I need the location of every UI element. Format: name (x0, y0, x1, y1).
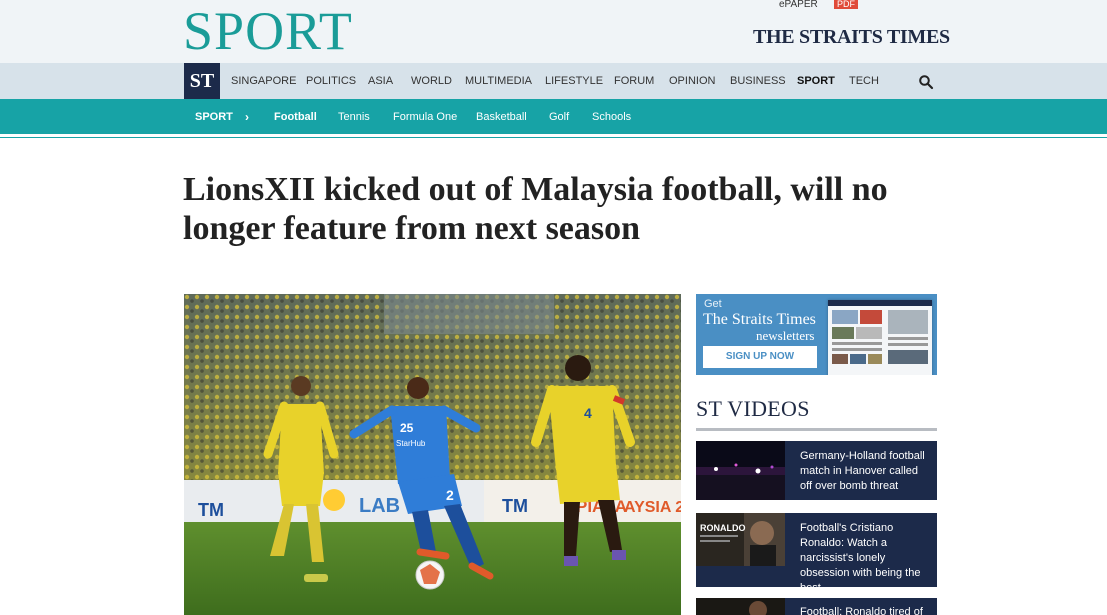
nav-item-politics[interactable]: POLITICS (306, 75, 356, 87)
newsletter-banner[interactable]: Get The Straits Times newsletters SIGN U… (696, 294, 937, 375)
search-icon[interactable] (918, 74, 934, 90)
jersey-number-blue: 25 (400, 421, 414, 435)
sub-nav-divider (0, 132, 1107, 138)
nav-item-tech[interactable]: TECH (849, 75, 879, 87)
video-card[interactable]: RONALDO Football's Cristiano Ronaldo: Wa… (696, 513, 937, 587)
video-thumbnail[interactable] (696, 598, 785, 615)
board-tm-right: TM (502, 496, 528, 516)
board-aysia: AYSIA 2 (624, 499, 681, 516)
board-lab: LAB (359, 495, 400, 517)
nav-item-opinion[interactable]: OPINION (669, 75, 715, 87)
shorts-number-blue: 2 (446, 487, 454, 503)
pdf-badge[interactable]: PDF (834, 0, 858, 9)
video-title[interactable]: Football's Cristiano Ronaldo: Watch a na… (800, 521, 932, 587)
nav-item-business[interactable]: BUSINESS (730, 75, 786, 87)
nav-item-multimedia[interactable]: MULTIMEDIA (465, 75, 532, 87)
video-card[interactable]: Football: Ronaldo tired of (696, 598, 937, 615)
subnav-item-formula-one[interactable]: Formula One (393, 111, 457, 123)
subnav-section-sport[interactable]: SPORT (195, 111, 233, 123)
epaper-link[interactable]: ePAPER (779, 0, 818, 10)
subnav-item-schools[interactable]: Schools (592, 111, 631, 123)
subnav-item-golf[interactable]: Golf (549, 111, 569, 123)
chevron-right-icon: › (245, 110, 249, 124)
video-thumbnail[interactable] (696, 441, 785, 500)
video-title[interactable]: Germany-Holland football match in Hanove… (800, 449, 932, 494)
st-logo[interactable]: ST (184, 63, 220, 99)
newsletter-title: The Straits Times (703, 311, 816, 328)
nav-item-sport[interactable]: SPORT (797, 75, 835, 87)
video-thumbnail[interactable]: RONALDO (696, 513, 785, 566)
brand-logo[interactable]: THE STRAITS TIMES (753, 26, 950, 49)
subnav-item-tennis[interactable]: Tennis (338, 111, 370, 123)
football (415, 560, 445, 590)
newsletter-get-label: Get (704, 298, 722, 310)
subnav-item-football[interactable]: Football (274, 111, 317, 123)
newsletter-subtitle: newsletters (756, 328, 815, 343)
video-card[interactable]: Germany-Holland football match in Hanove… (696, 441, 937, 500)
nav-item-forum[interactable]: FORUM (614, 75, 654, 87)
football-match-illustration: TM LAB TM PIALA AYSIA 2 25 StarHub 2 (184, 294, 681, 615)
jersey-sponsor: StarHub (396, 439, 426, 448)
nav-item-singapore[interactable]: SINGAPORE (231, 75, 296, 87)
nav-item-lifestyle[interactable]: LIFESTYLE (545, 75, 603, 87)
subnav-item-basketball[interactable]: Basketball (476, 111, 527, 123)
article-photo[interactable]: TM LAB TM PIALA AYSIA 2 25 StarHub 2 (184, 294, 681, 615)
video-thumb-label: RONALDO (700, 523, 746, 533)
video-title[interactable]: Football: Ronaldo tired of (800, 605, 932, 615)
videos-divider (696, 428, 937, 431)
nav-item-world[interactable]: WORLD (411, 75, 452, 87)
newsletter-preview-image (828, 300, 932, 375)
videos-section-title[interactable]: ST VIDEOS (696, 396, 810, 422)
section-title[interactable]: SPORT (183, 2, 353, 60)
nav-item-asia[interactable]: ASIA (368, 75, 393, 87)
jersey-number-yellow: 4 (584, 405, 592, 421)
board-tm-left: TM (198, 500, 224, 520)
newsletter-signup-button[interactable]: SIGN UP NOW (703, 346, 817, 368)
article-headline: LionsXII kicked out of Malaysia football… (183, 171, 888, 247)
